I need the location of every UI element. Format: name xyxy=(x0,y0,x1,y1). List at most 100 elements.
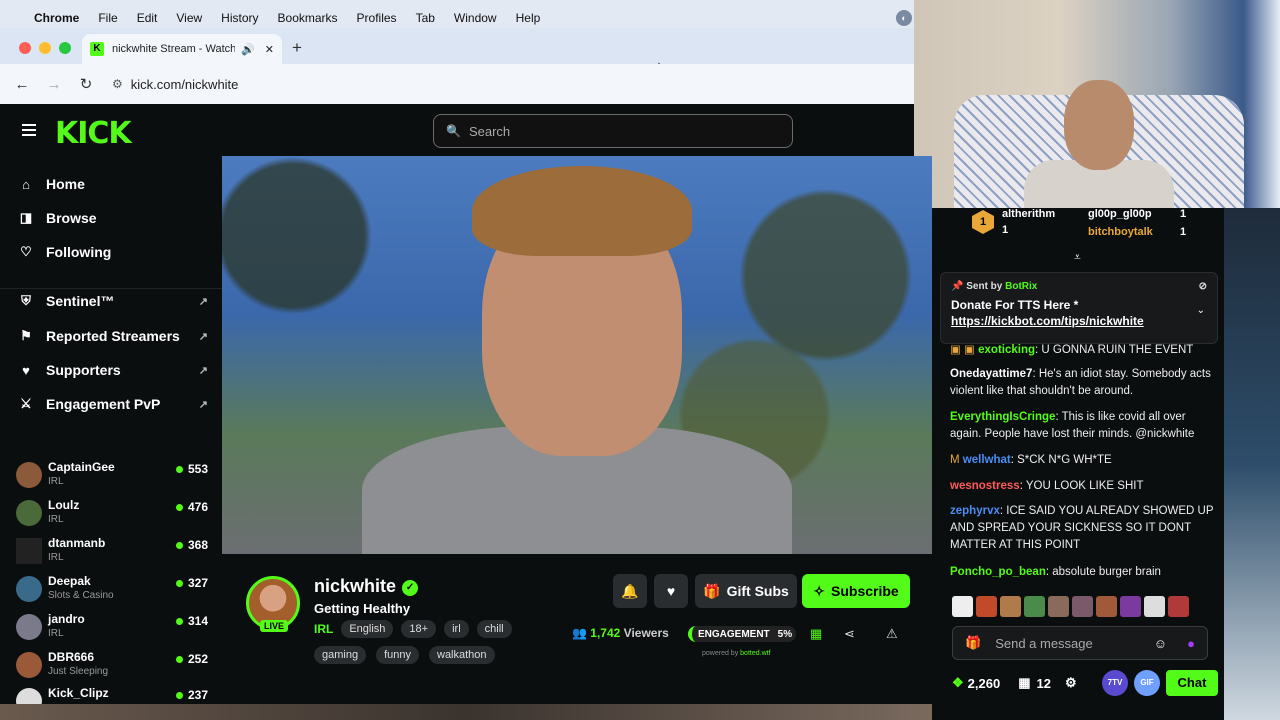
badge-icon: M xyxy=(950,454,963,466)
channel-category: Just Sleeping xyxy=(48,666,109,677)
sidebar-item-reported-streamers[interactable]: ⚑ Reported Streamers ↗ xyxy=(18,328,208,344)
chat-username[interactable]: EverythingIsCringe xyxy=(950,411,1055,423)
emote-icon[interactable] xyxy=(1024,596,1045,617)
channel-item[interactable]: Deepak Slots & Casino 327 xyxy=(16,574,208,610)
chat-username[interactable]: wesnostress xyxy=(950,480,1020,492)
gifter-name[interactable]: gl00p_gl00p xyxy=(1088,208,1152,220)
tag[interactable]: 18+ xyxy=(401,620,437,638)
chat-username[interactable]: Poncho_po_bean xyxy=(950,566,1046,578)
chat-username[interactable]: zephyrvx xyxy=(950,505,1000,517)
menu-edit[interactable]: Edit xyxy=(137,11,158,25)
channel-item[interactable]: CaptainGee IRL 553 xyxy=(16,460,208,496)
subscribe-button[interactable]: ✧ Subscribe xyxy=(802,574,910,608)
menu-tab[interactable]: Tab xyxy=(416,11,435,25)
pinned-bot-name[interactable]: BotRix xyxy=(1005,281,1037,292)
pinned-link[interactable]: https://kickbot.com/tips/nickwhite xyxy=(951,314,1207,328)
close-window-icon[interactable] xyxy=(19,42,31,54)
reload-icon[interactable]: ↻ xyxy=(76,75,96,93)
webcam-person-head xyxy=(1064,80,1134,170)
tab-close-icon[interactable]: ✕ xyxy=(265,43,274,56)
hide-pin-icon[interactable]: ⊘ xyxy=(1199,281,1207,292)
video-player[interactable] xyxy=(222,156,932,554)
chevron-down-icon[interactable]: ⌄ xyxy=(1197,305,1205,316)
url-field[interactable]: kick.com/nickwhite xyxy=(131,77,239,92)
sidebar-item-sentinel[interactable]: ⛨ Sentinel™ ↗ xyxy=(18,293,208,309)
category-link[interactable]: IRL xyxy=(314,622,333,636)
7tv-badge[interactable]: 7TV xyxy=(1102,670,1128,696)
menu-help[interactable]: Help xyxy=(516,11,541,25)
tab-audio-icon[interactable]: 🔊 xyxy=(241,43,255,56)
gif-badge[interactable]: GIF xyxy=(1134,670,1160,696)
site-info-icon[interactable]: ⚙ xyxy=(112,77,123,91)
subs-count[interactable]: 12 xyxy=(1037,676,1051,691)
chat-send-button[interactable]: Chat xyxy=(1166,670,1218,696)
tag[interactable]: chill xyxy=(476,620,512,638)
maximize-window-icon[interactable] xyxy=(59,42,71,54)
chat-input-placeholder: Send a message xyxy=(995,635,1093,651)
chat-message: ▣ ▣ exoticking: U GONNA RUIN THE EVENT xyxy=(950,344,1194,356)
sidebar-item-home[interactable]: ⌂ Home xyxy=(18,176,208,192)
chat-input[interactable]: 🎁 Send a message ☺ ● xyxy=(952,626,1208,660)
new-tab-button[interactable]: + xyxy=(292,38,302,58)
menu-history[interactable]: History xyxy=(221,11,258,25)
emote-icon[interactable] xyxy=(1120,596,1141,617)
menu-chrome[interactable]: Chrome xyxy=(34,11,79,25)
emoji-icon[interactable]: ☺ xyxy=(1154,636,1167,651)
forward-arrow-icon[interactable]: → xyxy=(44,76,64,93)
channel-item[interactable]: Loulz IRL 476 xyxy=(16,498,208,534)
collapse-gifters-icon[interactable]: ⩡ xyxy=(1074,250,1081,265)
gifter-name[interactable]: bitchboytalk xyxy=(1088,226,1153,238)
menu-bookmarks[interactable]: Bookmarks xyxy=(278,11,338,25)
follow-button[interactable]: ♥ xyxy=(654,574,688,608)
back-arrow-icon[interactable]: ← xyxy=(12,76,32,93)
sidebar-item-following[interactable]: ♡ Following xyxy=(18,244,208,260)
menu-window[interactable]: Window xyxy=(454,11,497,25)
menu-profiles[interactable]: Profiles xyxy=(357,11,397,25)
search-input[interactable]: 🔍 Search xyxy=(433,114,793,148)
notification-bell-button[interactable]: 🔔 xyxy=(613,574,647,608)
menu-file[interactable]: File xyxy=(98,11,117,25)
tag[interactable]: walkathon xyxy=(429,646,495,664)
tag[interactable]: funny xyxy=(376,646,419,664)
gift-icon[interactable]: 🎁 xyxy=(965,635,981,651)
control-center-icon[interactable]: ◐ xyxy=(896,10,912,26)
sidebar-item-supporters[interactable]: ♥ Supporters ↗ xyxy=(18,362,208,378)
share-icon[interactable]: ⋖ xyxy=(844,626,855,642)
tag[interactable]: English xyxy=(341,620,394,638)
subscribe-label: Subscribe xyxy=(831,583,899,599)
channel-item[interactable]: DBR666 Just Sleeping 252 xyxy=(16,650,208,686)
stats-icon[interactable]: ▦ xyxy=(810,626,822,642)
settings-gear-icon[interactable]: ⚙ xyxy=(1065,675,1077,691)
chat-username[interactable]: Onedayattime7 xyxy=(950,368,1032,380)
stream-info: LIVE nickwhite ✓ Getting Healthy IRL Engl… xyxy=(222,554,932,720)
emote-icon[interactable] xyxy=(1048,596,1069,617)
streamer-name[interactable]: nickwhite ✓ xyxy=(314,576,419,597)
minimize-window-icon[interactable] xyxy=(39,42,51,54)
sidebar-item-engagement-pvp[interactable]: ⚔ Engagement PvP ↗ xyxy=(18,396,208,412)
home-icon: ⌂ xyxy=(22,176,30,192)
sidebar-item-browse[interactable]: ◨ Browse xyxy=(18,210,208,226)
emote-icon[interactable] xyxy=(976,596,997,617)
emote-icon[interactable] xyxy=(1096,596,1117,617)
menu-view[interactable]: View xyxy=(176,11,202,25)
gift-subs-button[interactable]: 🎁 Gift Subs xyxy=(695,574,797,608)
emote-icon[interactable] xyxy=(1144,596,1165,617)
emote-icon[interactable] xyxy=(952,596,973,617)
emote-icon[interactable] xyxy=(1000,596,1021,617)
chat-username[interactable]: wellwhat xyxy=(963,454,1011,466)
tag[interactable]: gaming xyxy=(314,646,367,664)
kick-logo[interactable]: KICK xyxy=(55,116,132,151)
browser-tab[interactable]: K nickwhite Stream - Watch 🔊 ✕ xyxy=(82,34,282,64)
tag[interactable]: irl xyxy=(444,620,469,638)
chat-username[interactable]: exoticking xyxy=(978,344,1035,356)
hamburger-menu-icon[interactable] xyxy=(22,124,36,139)
report-warning-icon[interactable]: ⚠ xyxy=(886,626,898,642)
channel-item[interactable]: jandro IRL 314 xyxy=(16,612,208,648)
chat-message: wesnostress: YOU LOOK LIKE SHIT xyxy=(950,480,1144,492)
channel-item[interactable]: dtanmanb IRL 368 xyxy=(16,536,208,572)
emote-icon[interactable] xyxy=(1072,596,1093,617)
kick-emote-icon[interactable]: ● xyxy=(1187,636,1195,651)
emote-icon[interactable] xyxy=(1168,596,1189,617)
points-count[interactable]: 2,260 xyxy=(968,676,1001,691)
gifter-name[interactable]: altherithm xyxy=(1002,208,1055,220)
